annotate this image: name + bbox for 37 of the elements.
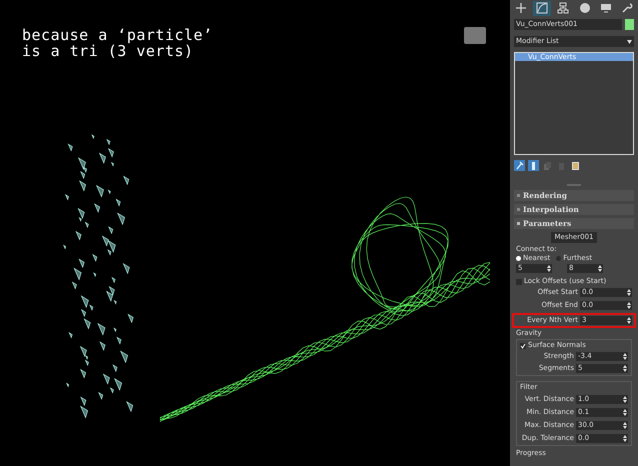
pin-icon: [515, 160, 524, 170]
spinner-arrows-icon: [627, 302, 631, 309]
bar-icon: [529, 160, 538, 170]
color-swatch[interactable]: [625, 19, 634, 30]
spinner-arrows-icon: [623, 409, 627, 416]
rollout-toggle-icon: [517, 194, 520, 197]
spinner-arrows-icon: [623, 365, 627, 372]
radio-button[interactable]: [516, 256, 521, 261]
monitor-icon: [600, 2, 612, 14]
radio-button[interactable]: [556, 256, 562, 261]
stack-tool-button[interactable]: [570, 160, 581, 171]
spinner-arrows-icon: [627, 317, 631, 324]
curve-icon: [536, 2, 548, 14]
viewport-caption: because a ‘particle’ is a tri (3 verts): [22, 27, 213, 59]
checkbox[interactable]: [516, 278, 522, 284]
wrench-icon: [620, 2, 633, 14]
spinner-arrows-icon: [623, 353, 627, 360]
hierarchy-icon: [557, 2, 570, 14]
spinner-arrows-icon: [627, 289, 631, 296]
stack-icon: [543, 160, 552, 170]
checkbox[interactable]: [520, 342, 526, 348]
spinner-arrows-icon: [623, 435, 627, 442]
rollout-toggle-icon: [517, 222, 520, 225]
spinner-arrows-icon: [598, 265, 602, 272]
configure-icon: [571, 160, 580, 170]
plus-icon: [515, 2, 527, 14]
spinner-arrows-icon: [623, 422, 627, 429]
command-tab[interactable]: [533, 0, 552, 16]
stack-tool-button[interactable]: [528, 160, 539, 171]
resize-handle[interactable]: [567, 184, 581, 186]
spinner-arrows-icon: [623, 396, 627, 403]
circle-icon: [578, 2, 591, 14]
spinner-arrows-icon: [547, 265, 551, 272]
stack-tool-button[interactable]: [514, 160, 525, 171]
checkmark-icon: [520, 342, 526, 348]
rollout-toggle-icon: [517, 208, 520, 211]
caret-icon: [627, 40, 632, 44]
